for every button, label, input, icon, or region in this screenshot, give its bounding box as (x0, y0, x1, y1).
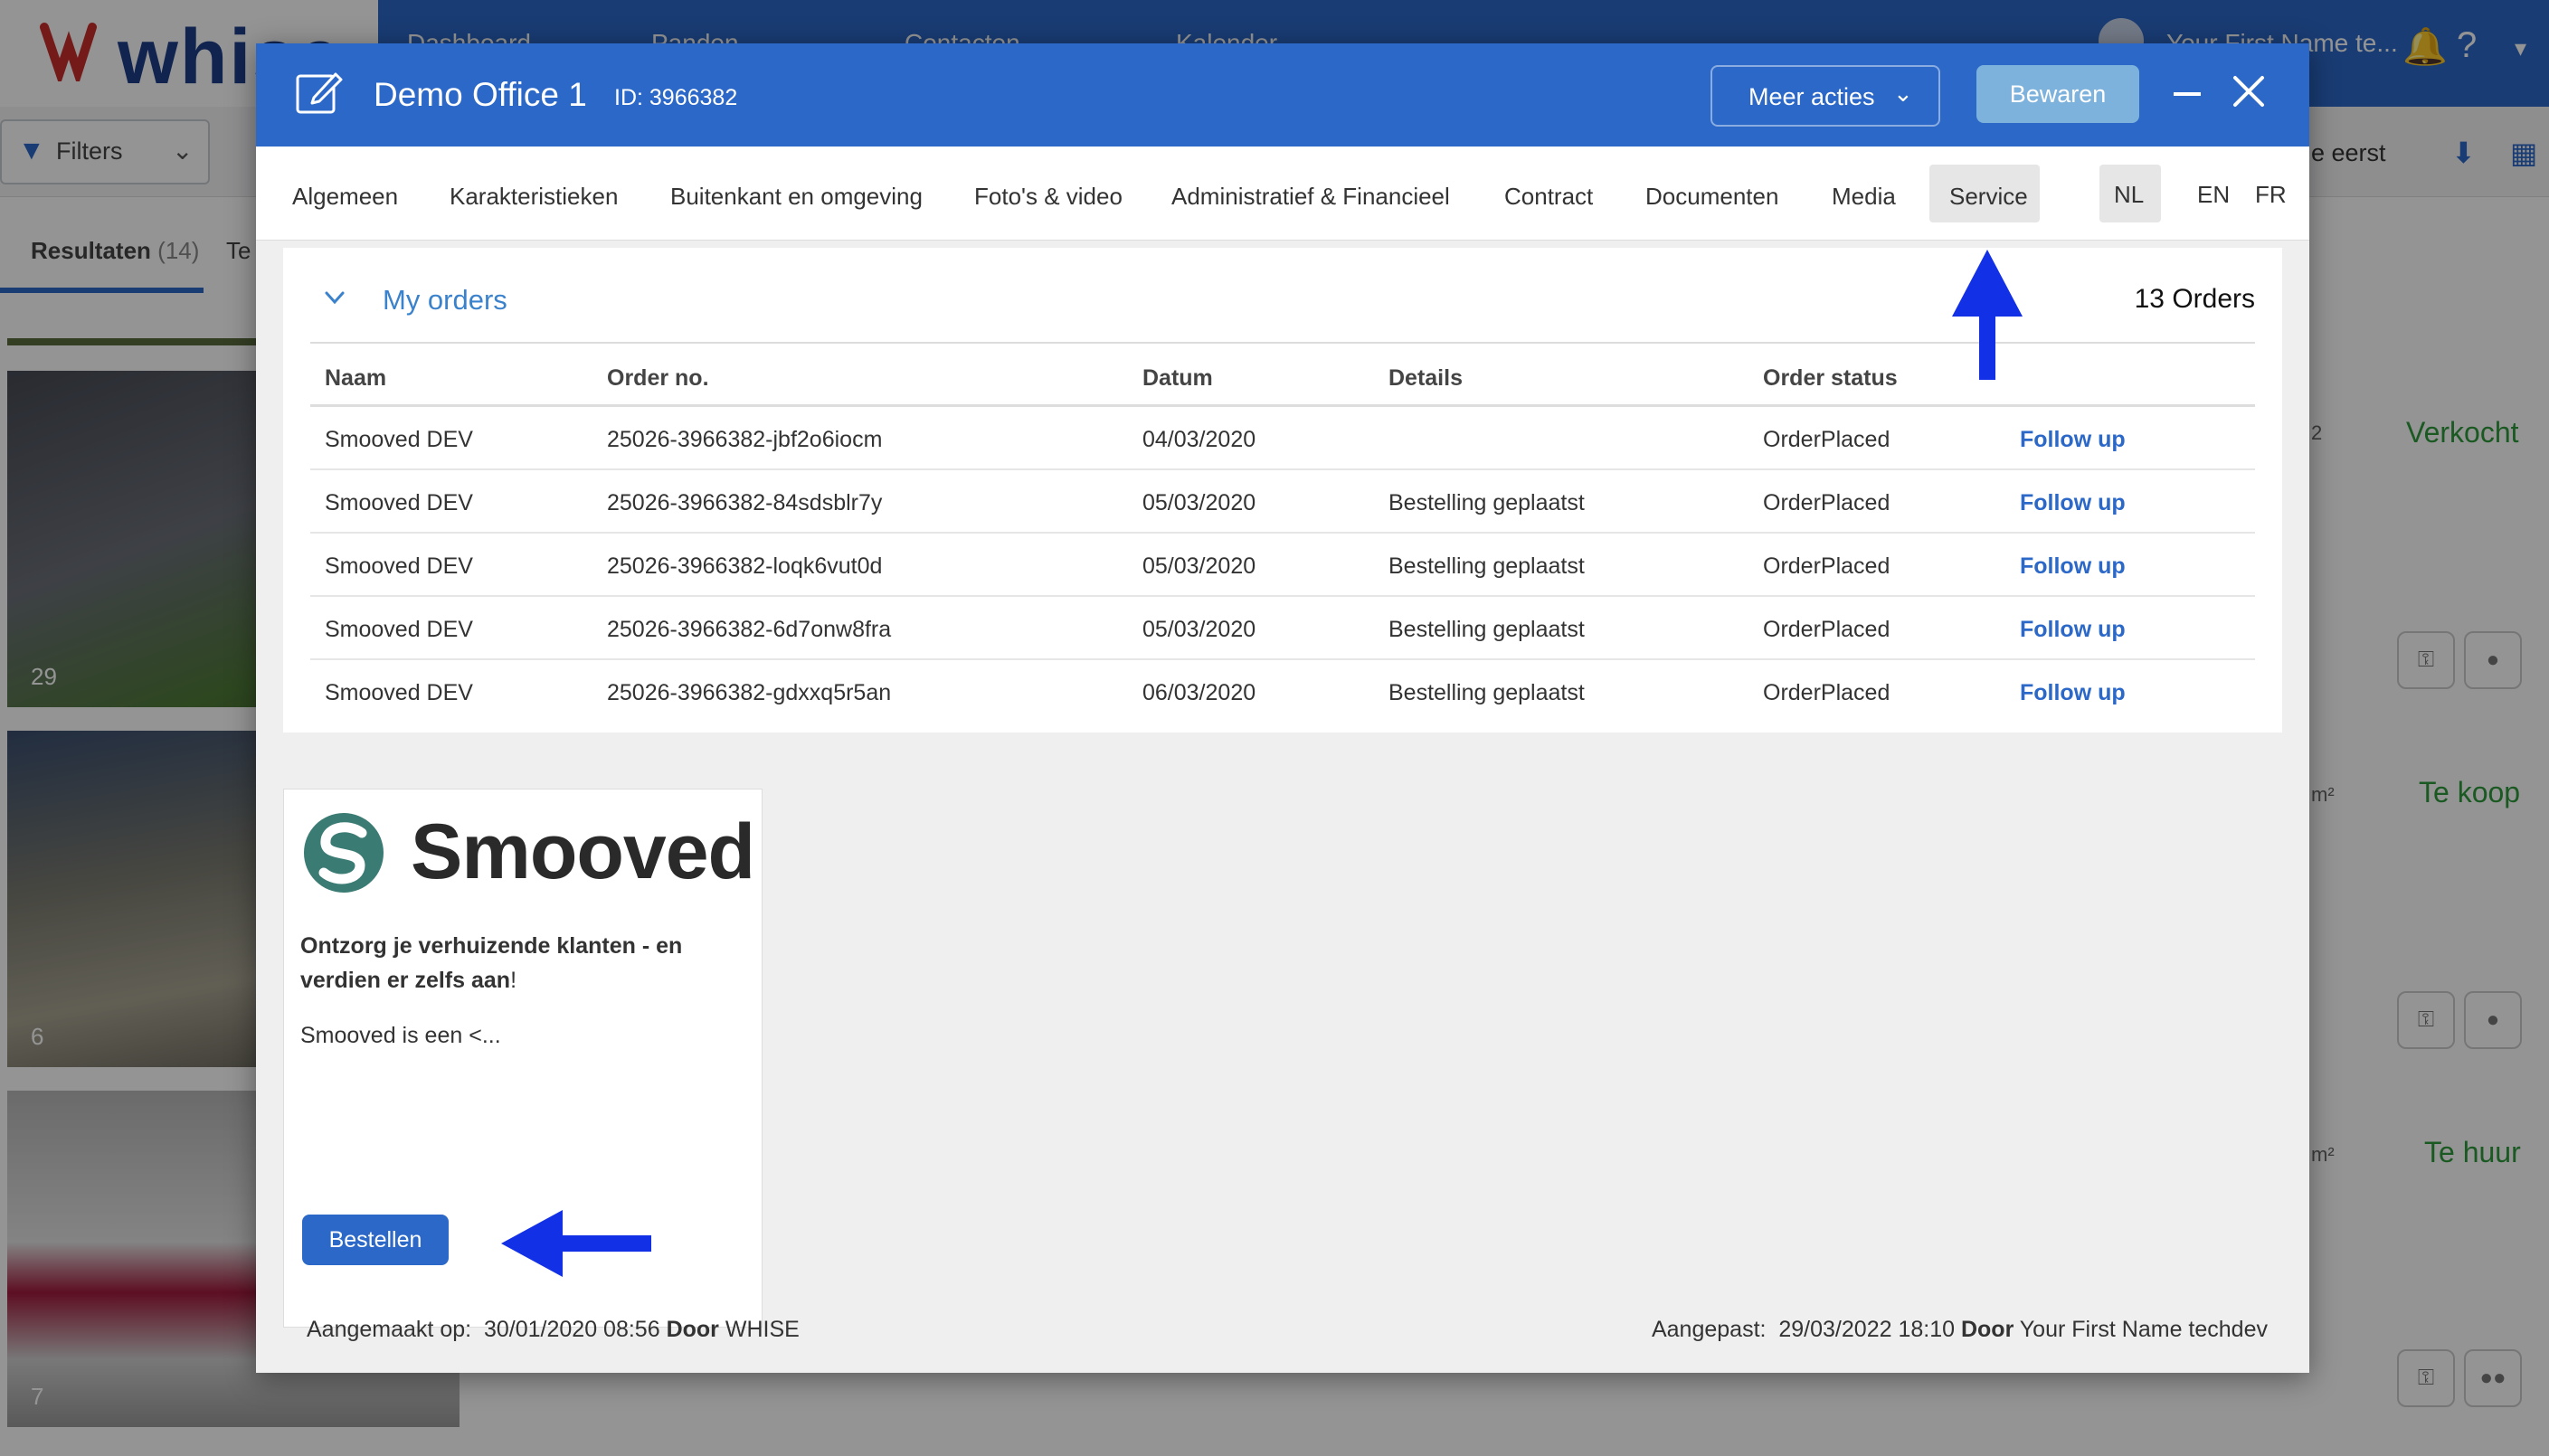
save-button[interactable]: Bewaren (1976, 65, 2139, 123)
chevron-down-icon: ⌄ (1893, 80, 1913, 107)
table-row: Smooved DEV 25026-3966382-84sdsblr7y 05/… (310, 470, 2255, 534)
service-headline-suffix: ! (510, 968, 517, 993)
modal-title: Demo Office 1 (374, 76, 587, 113)
table-row: Smooved DEV 25026-3966382-gdxxq5r5an 06/… (310, 660, 2255, 723)
more-actions-button[interactable]: Meer acties ⌄ (1710, 65, 1940, 127)
cell-details: Bestelling geplaatst (1388, 490, 1585, 515)
orders-title[interactable]: My orders (383, 284, 507, 317)
tab-administratief[interactable]: Administratief & Financieel (1171, 183, 1450, 211)
cell-datum: 05/03/2020 (1142, 617, 1256, 642)
cell-order-no: 25026-3966382-gdxxq5r5an (607, 680, 892, 705)
tab-buitenkant[interactable]: Buitenkant en omgeving (670, 183, 923, 211)
follow-up-link[interactable]: Follow up (2020, 680, 2126, 706)
column-header-order-no: Order no. (607, 365, 709, 391)
property-id: ID: 3966382 (614, 85, 738, 110)
column-header-details: Details (1388, 365, 1463, 391)
cell-datum: 04/03/2020 (1142, 427, 1256, 452)
created-by: WHISE (725, 1317, 800, 1342)
cell-order-no: 25026-3966382-jbf2o6iocm (607, 427, 883, 452)
annotation-arrow-up-icon (1952, 250, 2023, 380)
column-header-order-status: Order status (1763, 365, 1898, 391)
cell-status: OrderPlaced (1763, 427, 1890, 452)
column-header-naam: Naam (325, 365, 387, 391)
table-row: Smooved DEV 25026-3966382-jbf2o6iocm 04/… (310, 407, 2255, 470)
cell-naam: Smooved DEV (325, 680, 473, 705)
smooved-logo-icon (304, 813, 384, 893)
property-modal: Demo Office 1 ID: 3966382 Meer acties ⌄ … (256, 43, 2309, 1373)
language-nl[interactable]: NL (2114, 181, 2144, 209)
tab-algemeen[interactable]: Algemeen (292, 183, 398, 211)
table-row: Smooved DEV 25026-3966382-6d7onw8fra 05/… (310, 597, 2255, 660)
column-header-datum: Datum (1142, 365, 1213, 391)
modal-header: Demo Office 1 ID: 3966382 Meer acties ⌄ … (256, 43, 2309, 147)
cell-details: Bestelling geplaatst (1388, 553, 1585, 579)
service-headline-text: Ontzorg je verhuizende klanten - en verd… (300, 933, 683, 993)
modified-by: Your First Name techdev (2019, 1317, 2268, 1342)
language-fr[interactable]: FR (2255, 181, 2287, 209)
cell-datum: 05/03/2020 (1142, 490, 1256, 515)
cell-status: OrderPlaced (1763, 553, 1890, 579)
orders-count: 13 Orders (2134, 284, 2255, 314)
language-en[interactable]: EN (2197, 181, 2230, 209)
tab-contract[interactable]: Contract (1504, 183, 1593, 211)
cell-status: OrderPlaced (1763, 617, 1890, 642)
modified-info: Aangepast: 29/03/2022 18:10 Door Your Fi… (1652, 1317, 2268, 1343)
created-label: Aangemaakt op: (307, 1317, 472, 1342)
follow-up-link[interactable]: Follow up (2020, 490, 2126, 516)
tab-documenten[interactable]: Documenten (1645, 183, 1778, 211)
tab-karakteristieken[interactable]: Karakteristieken (450, 183, 618, 211)
minimize-icon[interactable] (2174, 92, 2201, 96)
created-by-label: Door (666, 1317, 719, 1342)
tab-fotos-video[interactable]: Foto's & video (974, 183, 1123, 211)
cell-details: Bestelling geplaatst (1388, 617, 1585, 642)
cell-naam: Smooved DEV (325, 490, 473, 515)
created-info: Aangemaakt op: 30/01/2020 08:56 Door WHI… (307, 1317, 800, 1343)
cell-order-no: 25026-3966382-84sdsblr7y (607, 490, 883, 515)
chevron-down-icon[interactable] (323, 286, 346, 309)
cell-order-no: 25026-3966382-6d7onw8fra (607, 617, 892, 642)
cell-status: OrderPlaced (1763, 490, 1890, 515)
follow-up-link[interactable]: Follow up (2020, 427, 2126, 453)
service-description: Smooved is een <... (300, 1023, 501, 1048)
follow-up-link[interactable]: Follow up (2020, 617, 2126, 643)
cell-details: Bestelling geplaatst (1388, 680, 1585, 705)
tab-media[interactable]: Media (1832, 183, 1896, 211)
service-headline: Ontzorg je verhuizende klanten - en verd… (300, 929, 734, 997)
annotation-arrow-left-icon (501, 1210, 651, 1277)
tab-service[interactable]: Service (1949, 183, 2028, 211)
modified-by-label: Door (1960, 1317, 2014, 1342)
modified-label: Aangepast: (1651, 1317, 1767, 1342)
cell-naam: Smooved DEV (325, 553, 473, 579)
cell-naam: Smooved DEV (325, 427, 473, 452)
close-icon[interactable] (2226, 69, 2271, 114)
created-date: 30/01/2020 08:56 (483, 1317, 660, 1342)
modal-tabs: Algemeen Karakteristieken Buitenkant en … (256, 147, 2309, 241)
order-button[interactable]: Bestellen (302, 1215, 449, 1265)
modified-date: 29/03/2022 18:10 (1778, 1317, 1956, 1342)
edit-icon (296, 72, 343, 114)
cell-datum: 05/03/2020 (1142, 553, 1256, 579)
cell-order-no: 25026-3966382-loqk6vut0d (607, 553, 883, 579)
more-actions-label: Meer acties (1748, 83, 1875, 110)
follow-up-link[interactable]: Follow up (2020, 553, 2126, 580)
smooved-logo-text: Smooved (411, 808, 755, 895)
table-row: Smooved DEV 25026-3966382-loqk6vut0d 05/… (310, 534, 2255, 597)
cell-naam: Smooved DEV (325, 617, 473, 642)
cell-status: OrderPlaced (1763, 680, 1890, 705)
cell-datum: 06/03/2020 (1142, 680, 1256, 705)
